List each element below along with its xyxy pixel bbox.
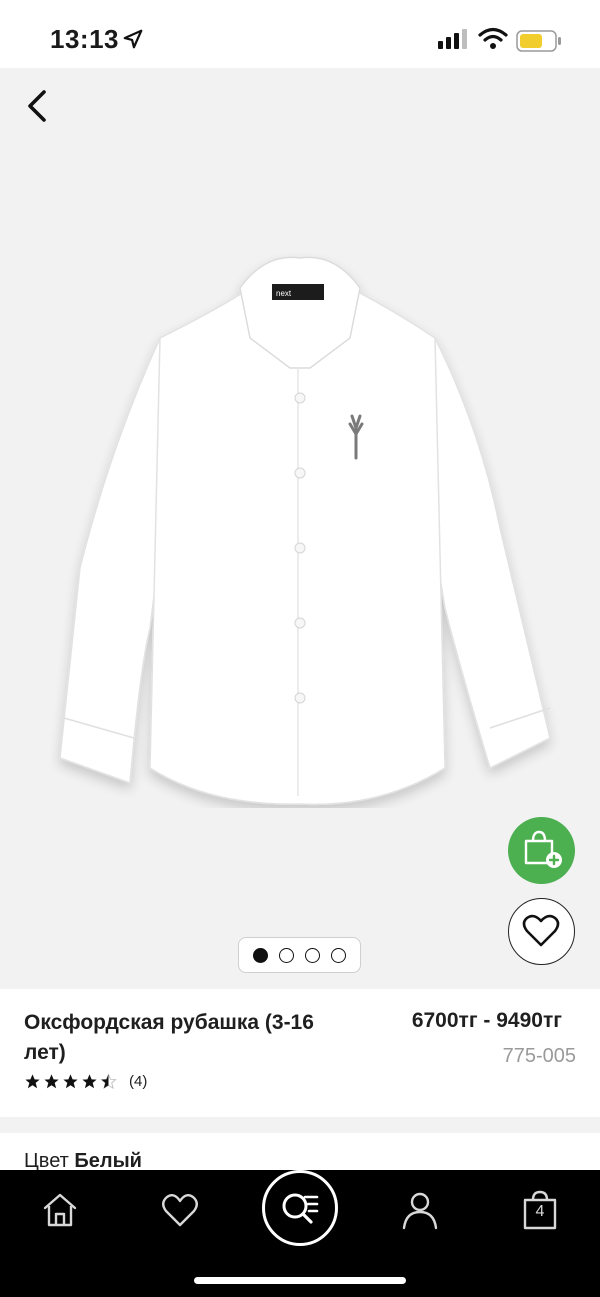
favorite-button[interactable] <box>508 898 575 965</box>
product-info: Оксфордская рубашка (3-16 лет) 6700тг - … <box>0 989 600 1117</box>
search-nav-button[interactable] <box>262 1170 338 1246</box>
heart-icon <box>522 914 560 947</box>
back-chevron-icon[interactable] <box>20 88 56 124</box>
wifi-icon <box>478 27 508 49</box>
bag-nav-button[interactable]: 4 <box>520 1190 560 1230</box>
gallery-dot[interactable] <box>331 947 347 963</box>
product-sku: 775-005 <box>502 1045 576 1067</box>
product-price: 6700тг - 9490тг <box>411 1009 562 1032</box>
account-icon[interactable] <box>400 1190 440 1230</box>
add-to-bag-button[interactable] <box>508 817 575 884</box>
review-count[interactable]: (4) <box>129 1073 147 1090</box>
product-image: next <box>59 256 551 806</box>
product-title: Оксфордская рубашка (3-16 лет) <box>24 1011 314 1064</box>
half-star-icon <box>100 1073 117 1090</box>
color-label: Цвет <box>24 1150 75 1172</box>
location-arrow-icon <box>123 29 143 49</box>
home-icon[interactable] <box>40 1190 80 1230</box>
product-gallery[interactable]: next <box>0 68 600 989</box>
search-list-icon <box>282 1193 319 1224</box>
section-divider <box>0 1117 600 1133</box>
status-time: 13:13 <box>50 24 119 54</box>
star-icon <box>63 1074 78 1089</box>
bag-count-badge: 4 <box>535 1203 545 1220</box>
home-indicator <box>194 1277 406 1284</box>
star-icon <box>44 1074 59 1089</box>
star-icon <box>25 1074 40 1089</box>
brand-tag-text: next <box>276 289 292 298</box>
battery-icon <box>516 30 561 52</box>
gallery-pagination[interactable] <box>238 937 361 973</box>
gallery-dot[interactable] <box>252 947 268 963</box>
cellular-signal-icon <box>438 29 467 49</box>
bottom-navigation: 4 <box>0 1170 600 1297</box>
color-value: Белый <box>74 1150 142 1172</box>
bag-plus-icon <box>524 830 562 868</box>
gallery-dot[interactable] <box>278 947 294 963</box>
wishlist-heart-icon[interactable] <box>160 1190 200 1230</box>
star-icon <box>82 1074 97 1089</box>
status-bar: 13:13 <box>0 0 600 68</box>
product-rating[interactable]: (4) <box>24 1073 147 1090</box>
gallery-dot[interactable] <box>305 947 321 963</box>
